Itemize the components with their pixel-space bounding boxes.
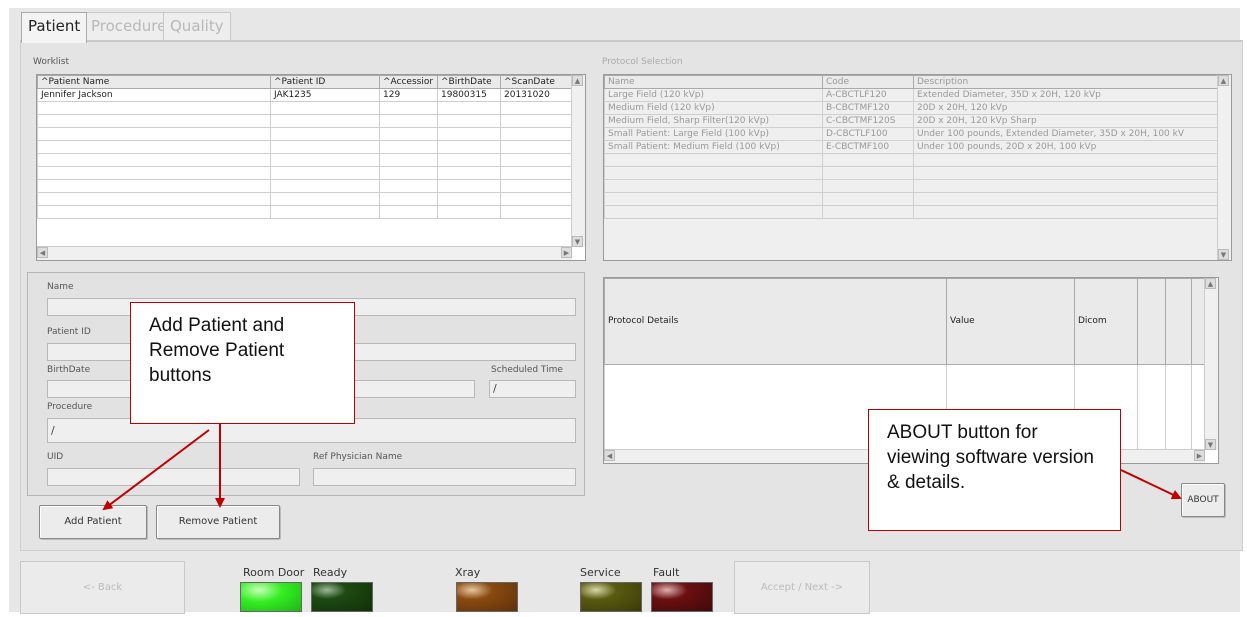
callout-arrows	[102, 424, 1182, 511]
arrow-to-about	[1120, 469, 1182, 500]
arrow-to-add-patient	[102, 429, 210, 511]
